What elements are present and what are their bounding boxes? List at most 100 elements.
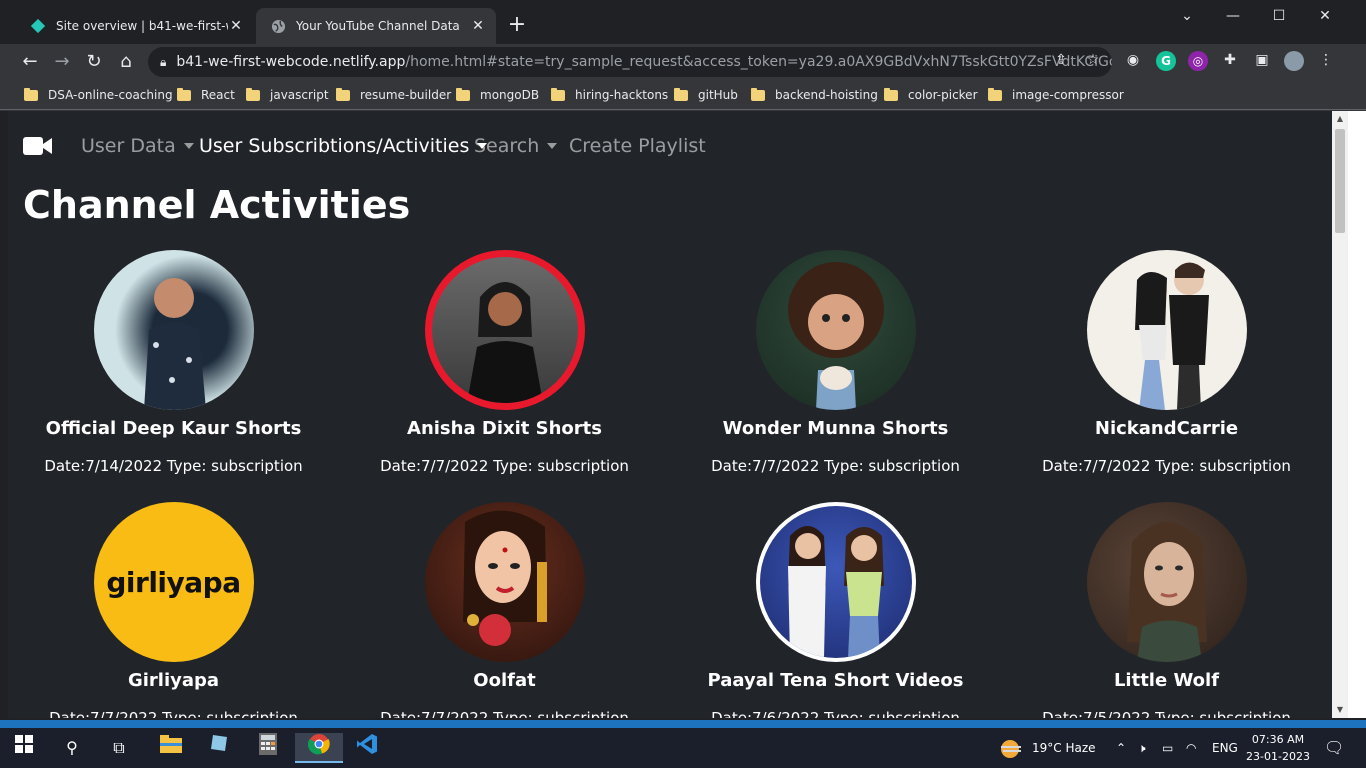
caret-down-icon — [547, 143, 558, 149]
page-viewport: User Data User Subscribtions/Activities … — [8, 111, 1332, 718]
channel-avatar[interactable] — [1086, 250, 1247, 410]
activity-meta: Date:7/7/2022 Type: subscription — [49, 709, 298, 718]
bookmark-star-icon[interactable]: ☆ — [1084, 51, 1102, 69]
bookmark-item[interactable]: mongoDB — [456, 86, 539, 104]
chevron-up-icon[interactable]: ⌃ — [1116, 728, 1126, 768]
folder-icon — [24, 87, 38, 101]
vertical-scrollbar[interactable]: ▲ ▼ — [1332, 111, 1348, 718]
tab-youtube-channel-data[interactable]: Your YouTube Channel Data ✕ — [256, 8, 496, 44]
speaker-muted-icon[interactable]: 🕨︎ — [1138, 728, 1146, 768]
activity-card: NickandCarrie Date:7/7/2022 Type: subscr… — [1001, 250, 1332, 475]
channel-avatar[interactable] — [1086, 502, 1247, 662]
scroll-up-arrow-icon[interactable]: ▲ — [1332, 111, 1348, 127]
scroll-down-arrow-icon[interactable]: ▼ — [1332, 702, 1348, 718]
bookmark-item[interactable]: React — [177, 86, 235, 104]
folder-icon — [177, 87, 191, 101]
channel-avatar[interactable]: girliyapa — [93, 502, 254, 662]
task-view-icon[interactable]: ⧉ — [104, 733, 134, 763]
bookmark-item[interactable]: gitHub — [674, 86, 738, 104]
activity-meta: Date:7/7/2022 Type: subscription — [380, 457, 629, 475]
weather-icon[interactable] — [998, 728, 1024, 768]
menu-kebab-icon[interactable]: ⋮ — [1317, 51, 1335, 69]
notification-icon[interactable]: 🗨︎ — [1324, 728, 1344, 768]
extensions-puzzle-icon[interactable]: ✚ — [1221, 51, 1239, 69]
tab-title: Your YouTube Channel Data — [296, 19, 460, 33]
close-tab-icon[interactable]: ✕ — [228, 18, 244, 34]
activity-meta: Date:7/14/2022 Type: subscription — [44, 457, 303, 475]
weather-text[interactable]: 19°C Haze — [1032, 728, 1096, 768]
scrollbar-thumb[interactable] — [1335, 129, 1345, 233]
search-icon[interactable]: ⚲ — [57, 733, 87, 763]
side-panel-icon[interactable]: ▣ — [1253, 51, 1271, 69]
close-tab-icon[interactable]: ✕ — [470, 18, 486, 34]
nav-user-subscriptions-dropdown[interactable]: User Subscribtions/Activities — [199, 135, 488, 157]
channel-avatar[interactable] — [424, 502, 585, 662]
date-text: 23-01-2023 — [1246, 750, 1310, 763]
channel-avatar[interactable] — [93, 250, 254, 410]
windows-taskbar: ⚲ ⧉ 19°C Haze ⌃ 🕨︎ ▭ ◠ ENG 07:36 AM 23-0… — [0, 720, 1366, 768]
reload-button[interactable]: ↻ — [80, 48, 108, 76]
bookmark-item[interactable]: image-compressor — [988, 86, 1124, 104]
app-navbar: User Data User Subscribtions/Activities … — [8, 111, 1332, 183]
folder-icon — [674, 87, 688, 101]
share-icon[interactable]: ⇪ — [1052, 51, 1070, 69]
windows-start-icon[interactable] — [9, 733, 39, 763]
close-window-button[interactable]: ✕ — [1302, 0, 1348, 32]
tab-search-icon[interactable]: ⌄ — [1164, 0, 1210, 32]
girliyapa-logo: girliyapa — [106, 565, 241, 599]
purple-extension-icon[interactable]: ◎ — [1188, 51, 1208, 71]
folder-icon — [336, 87, 350, 101]
address-bar[interactable]: 🔒︎ b41-we-first-webcode.netlify.app/home… — [148, 47, 1112, 77]
channel-name: Official Deep Kaur Shorts — [45, 418, 302, 439]
tab-site-overview[interactable]: Site overview | b41-we-first-webc ✕ — [16, 8, 254, 44]
bookmark-item[interactable]: DSA-online-coaching — [24, 86, 173, 104]
minimize-button[interactable]: — — [1210, 0, 1256, 32]
channel-name: Girliyapa — [127, 670, 220, 691]
forward-button[interactable]: → — [48, 48, 76, 76]
clock[interactable]: 07:36 AM 23-01-2023 — [1244, 731, 1312, 765]
activity-meta: Date:7/5/2022 Type: subscription — [1042, 709, 1291, 718]
tab-strip: Site overview | b41-we-first-webc ✕ Your… — [0, 0, 1366, 44]
bookmark-item[interactable]: backend-hoisting — [751, 86, 878, 104]
nav-search-dropdown[interactable]: Search — [474, 135, 558, 157]
home-button[interactable]: ⌂ — [112, 48, 140, 76]
nav-create-playlist[interactable]: Create Playlist — [569, 135, 706, 157]
language-indicator[interactable]: ENG — [1212, 728, 1238, 768]
notepad-icon[interactable] — [204, 733, 234, 763]
bookmark-item[interactable]: color-picker — [884, 86, 978, 104]
activity-card: Official Deep Kaur Shorts Date:7/14/2022… — [8, 250, 339, 475]
activity-card: Paayal Tena Short Videos Date:7/6/2022 T… — [670, 502, 1001, 718]
url-host: b41-we-first-webcode.netlify.app — [176, 54, 406, 70]
activity-meta: Date:7/6/2022 Type: subscription — [711, 709, 960, 718]
time-text: 07:36 AM — [1251, 733, 1305, 746]
video-camera-icon[interactable] — [23, 136, 53, 156]
activity-meta: Date:7/7/2022 Type: subscription — [380, 709, 629, 718]
globe-icon — [270, 18, 286, 34]
grammarly-extension-icon[interactable]: G — [1156, 51, 1176, 71]
activity-meta: Date:7/7/2022 Type: subscription — [1042, 457, 1291, 475]
network-icon[interactable]: ▭ — [1162, 728, 1173, 768]
activity-card: Anisha Dixit Shorts Date:7/7/2022 Type: … — [339, 250, 670, 475]
back-button[interactable]: ← — [16, 48, 44, 76]
wifi-icon[interactable]: ◠ — [1186, 728, 1196, 768]
new-tab-button[interactable]: + — [506, 14, 528, 36]
taskbar-accent-strip — [0, 720, 1366, 728]
channel-name: Wonder Munna Shorts — [722, 418, 949, 439]
nav-user-data-dropdown[interactable]: User Data — [81, 135, 194, 157]
folder-icon — [884, 87, 898, 101]
activity-card: Oolfat Date:7/7/2022 Type: subscription — [339, 502, 670, 718]
channel-avatar[interactable] — [755, 502, 916, 662]
bookmark-item[interactable]: resume-builder — [336, 86, 451, 104]
window-edge — [1348, 111, 1366, 718]
calculator-icon[interactable] — [253, 733, 283, 763]
bookmark-item[interactable]: javascript — [246, 86, 329, 104]
vscode-icon[interactable] — [352, 733, 382, 763]
bookmark-item[interactable]: hiring-hacktons — [551, 86, 668, 104]
camera-extension-icon[interactable]: ◉ — [1124, 51, 1142, 69]
profile-avatar[interactable] — [1284, 51, 1304, 71]
channel-avatar[interactable] — [424, 250, 585, 410]
channel-avatar[interactable] — [755, 250, 916, 410]
file-explorer-icon[interactable] — [156, 733, 186, 763]
chrome-taskbar-icon[interactable] — [295, 733, 343, 763]
maximize-button[interactable]: ☐ — [1256, 0, 1302, 32]
